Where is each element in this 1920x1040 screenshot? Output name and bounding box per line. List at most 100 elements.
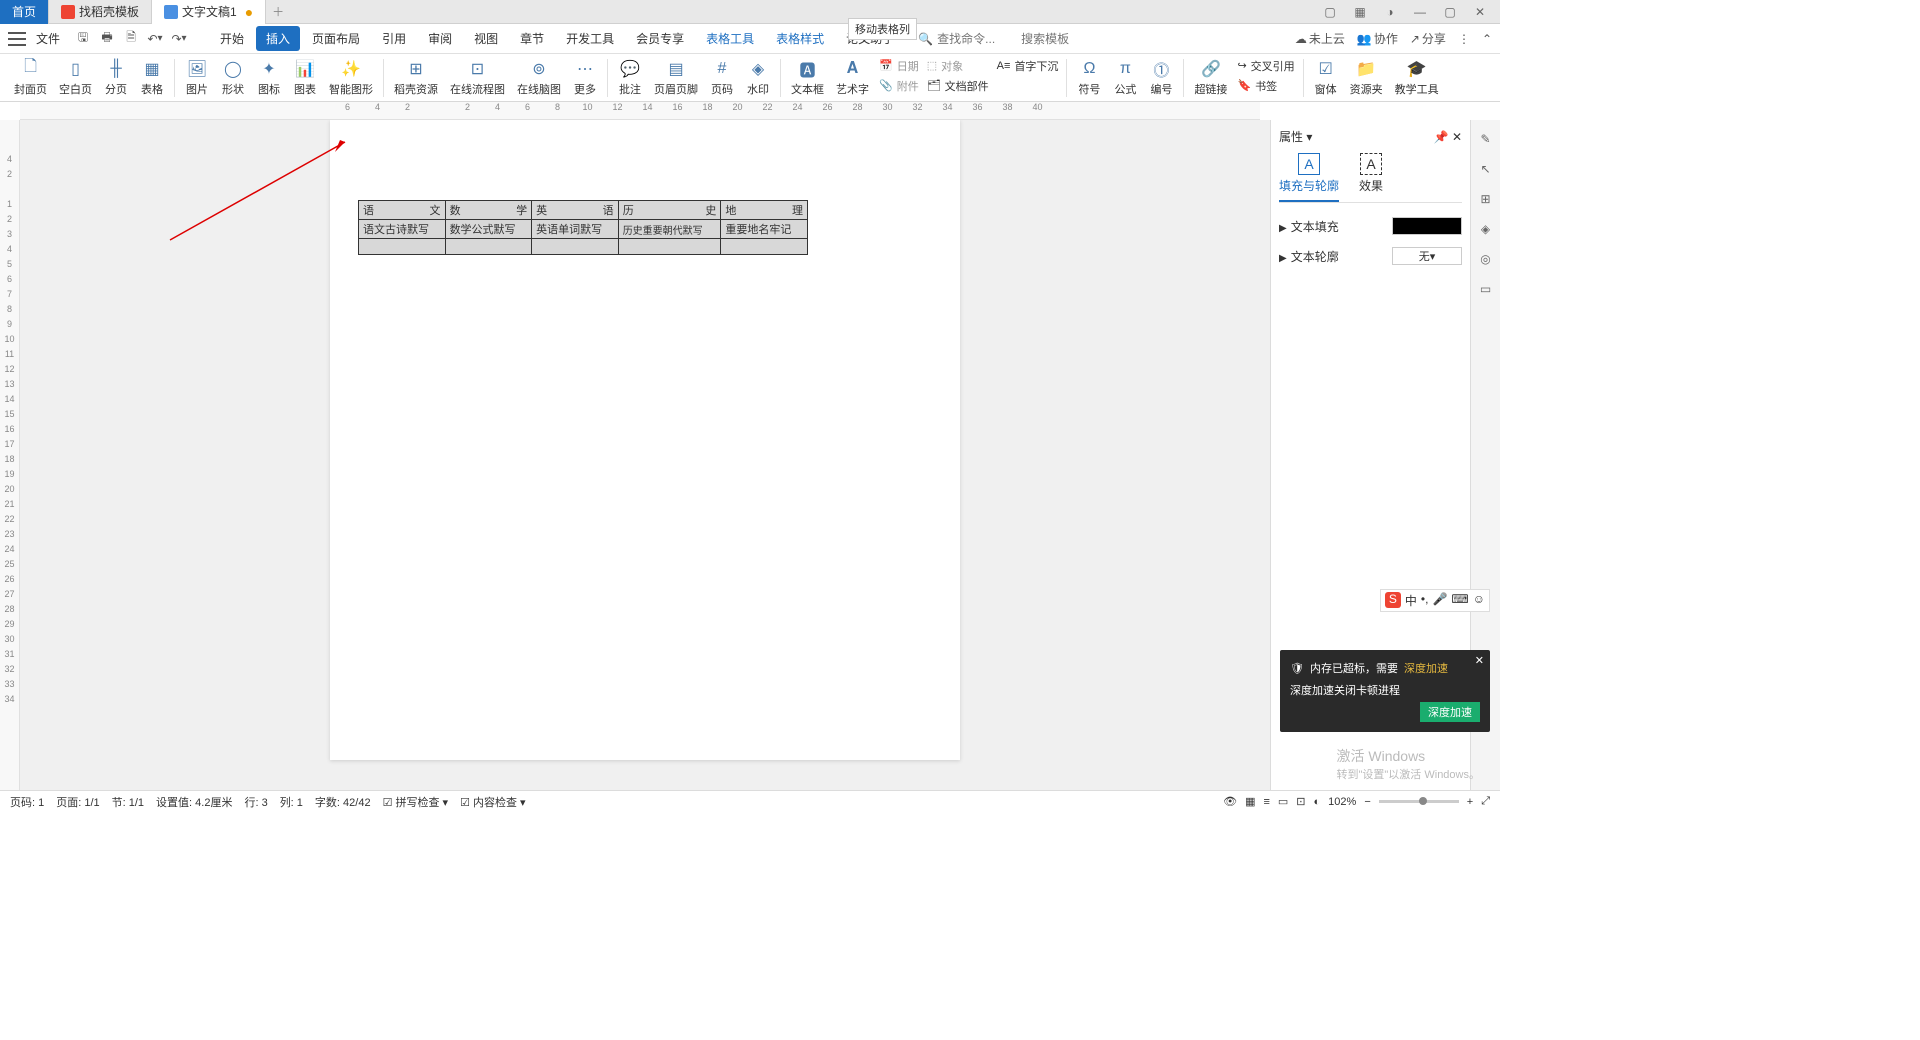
btn-textbox[interactable]: 🅰文本框: [785, 57, 830, 99]
share-button[interactable]: ↗ 分享: [1410, 30, 1446, 47]
view-outline-icon[interactable]: ⊡: [1296, 795, 1305, 808]
btn-obj[interactable]: ☑窗体: [1308, 57, 1344, 99]
fit-icon[interactable]: ⤢: [1481, 795, 1490, 808]
btn-sep[interactable]: ╫分页: [98, 57, 134, 99]
undo-icon[interactable]: ↶▾: [146, 30, 164, 48]
menu-start[interactable]: 开始: [210, 26, 254, 51]
menu-section[interactable]: 章节: [510, 26, 554, 51]
btn-chart[interactable]: 📊图表: [287, 57, 323, 99]
layout-icon[interactable]: ▢: [1318, 2, 1342, 22]
template-search-input[interactable]: [1021, 32, 1101, 46]
preview-icon[interactable]: 🗎: [122, 30, 140, 48]
zoom-value[interactable]: 102%: [1328, 796, 1356, 808]
status-pages[interactable]: 页面: 1/1: [56, 794, 99, 810]
btn-shape[interactable]: ◯形状: [215, 57, 251, 99]
collapse-ribbon-icon[interactable]: ⌃: [1482, 32, 1492, 46]
notif-close-icon[interactable]: ✕: [1475, 654, 1484, 667]
cloud-status[interactable]: ☁ 未上云: [1295, 30, 1345, 47]
new-tab-button[interactable]: ＋: [266, 3, 290, 20]
btn-date[interactable]: 📅 日期: [875, 57, 923, 75]
tab-document[interactable]: 文字文稿1●: [152, 0, 266, 24]
rail-settings-icon[interactable]: ⊞: [1477, 190, 1495, 208]
view-read-icon[interactable]: ≡: [1263, 796, 1269, 808]
status-col[interactable]: 列: 1: [280, 794, 303, 810]
focus-icon[interactable]: ◐: [1314, 796, 1321, 808]
close-button[interactable]: ✕: [1468, 2, 1492, 22]
status-pos[interactable]: 设置值: 4.2厘米: [156, 794, 232, 810]
menu-review[interactable]: 审阅: [418, 26, 462, 51]
status-spell[interactable]: ☑ 拼写检查 ▾: [383, 794, 449, 810]
pin-icon[interactable]: 📌: [1434, 130, 1449, 144]
outline-select[interactable]: 无 ▾: [1392, 247, 1462, 265]
btn-art[interactable]: 𝐀艺术字: [830, 57, 875, 99]
menu-file[interactable]: 文件: [28, 26, 68, 51]
eye-icon[interactable]: 👁: [1223, 795, 1237, 808]
menu-insert[interactable]: 插入: [256, 26, 300, 51]
btn-bookmark[interactable]: 🔖 书签: [1233, 77, 1298, 95]
rail-select-icon[interactable]: ↖: [1477, 160, 1495, 178]
command-search[interactable]: 🔍: [918, 32, 1101, 46]
fill-color-swatch[interactable]: [1392, 217, 1462, 235]
status-content[interactable]: ☑ 内容检查 ▾: [460, 794, 526, 810]
status-row[interactable]: 行: 3: [244, 794, 267, 810]
menu-layout[interactable]: 页面布局: [302, 26, 370, 51]
status-words[interactable]: 字数: 42/42: [315, 794, 371, 810]
minimize-button[interactable]: —: [1408, 2, 1432, 22]
ruler-vertical[interactable]: 4212345678910111213141516171819202122232…: [0, 120, 20, 812]
ime-lang[interactable]: 中: [1405, 592, 1417, 609]
btn-formula[interactable]: π公式: [1107, 57, 1143, 99]
print-icon[interactable]: 🖶: [98, 30, 116, 48]
btn-smart[interactable]: ✨智能图形: [323, 57, 379, 99]
close-panel-icon[interactable]: ✕: [1452, 130, 1462, 144]
btn-pageno[interactable]: #页码: [704, 57, 740, 99]
btn-edu[interactable]: 🎓教学工具: [1389, 57, 1445, 99]
menu-table-style[interactable]: 表格样式: [766, 26, 834, 51]
status-page[interactable]: 页码: 1: [10, 794, 44, 810]
tab-template[interactable]: 找稻壳模板: [49, 0, 152, 24]
menu-vip[interactable]: 会员专享: [626, 26, 694, 51]
rail-layers-icon[interactable]: ◈: [1477, 220, 1495, 238]
btn-hf[interactable]: ▤页眉页脚: [648, 57, 704, 99]
hamburger-icon[interactable]: [8, 32, 26, 46]
tab-effect[interactable]: A效果: [1359, 153, 1383, 202]
rail-edit-icon[interactable]: ✎: [1477, 130, 1495, 148]
btn-obj2[interactable]: ⬚ 对象: [923, 57, 993, 75]
grid-icon[interactable]: ▦: [1348, 2, 1372, 22]
menu-view[interactable]: 视图: [464, 26, 508, 51]
btn-icon[interactable]: ✦图标: [251, 57, 287, 99]
btn-sym[interactable]: Ω符号: [1071, 57, 1107, 99]
view-print-icon[interactable]: ▦: [1245, 795, 1255, 808]
btn-table[interactable]: ▦表格: [134, 57, 170, 99]
rail-book-icon[interactable]: ▭: [1477, 280, 1495, 298]
btn-xref[interactable]: ↪ 交叉引用: [1233, 57, 1298, 75]
view-web-icon[interactable]: ▭: [1278, 795, 1288, 808]
redo-icon[interactable]: ↷▾: [170, 30, 188, 48]
ime-face-icon[interactable]: ☺: [1473, 592, 1485, 609]
btn-blank[interactable]: ▯空白页: [53, 57, 98, 99]
ime-toolbar[interactable]: S 中 •, 🎤 ⌨ ☺: [1380, 589, 1490, 612]
zoom-out-icon[interactable]: −: [1364, 796, 1370, 808]
notif-action-button[interactable]: 深度加速: [1420, 702, 1480, 722]
tab-home[interactable]: 首页: [0, 0, 49, 24]
btn-wm[interactable]: ◈水印: [740, 57, 776, 99]
btn-indent[interactable]: A≡ 首字下沉: [993, 57, 1063, 75]
skin-icon[interactable]: ◑: [1378, 2, 1402, 22]
more-menu-icon[interactable]: ⋮: [1458, 32, 1470, 46]
menu-ref[interactable]: 引用: [372, 26, 416, 51]
btn-docpart[interactable]: 🗂 文档部件: [923, 77, 993, 95]
prop-text-outline[interactable]: ▶文本轮廓 无 ▾: [1279, 241, 1462, 271]
maximize-button[interactable]: ▢: [1438, 2, 1462, 22]
rail-location-icon[interactable]: ◎: [1477, 250, 1495, 268]
btn-res[interactable]: ⊞稻壳资源: [388, 57, 444, 99]
zoom-in-icon[interactable]: +: [1467, 796, 1473, 808]
btn-flow[interactable]: ⊡在线流程图: [444, 57, 511, 99]
ime-kbd-icon[interactable]: ⌨: [1451, 592, 1468, 609]
ruler-horizontal[interactable]: 642246810121416182022242628303234363840: [20, 102, 1260, 120]
btn-cover[interactable]: 🗋封面页: [8, 57, 53, 99]
ime-mic-icon[interactable]: 🎤: [1432, 592, 1447, 609]
status-section[interactable]: 节: 1/1: [112, 794, 144, 810]
tab-fill-outline[interactable]: A填充与轮廓: [1279, 153, 1339, 202]
prop-text-fill[interactable]: ▶文本填充: [1279, 211, 1462, 241]
save-icon[interactable]: 🖫: [74, 30, 92, 48]
coop-button[interactable]: 👥 协作: [1357, 30, 1398, 47]
